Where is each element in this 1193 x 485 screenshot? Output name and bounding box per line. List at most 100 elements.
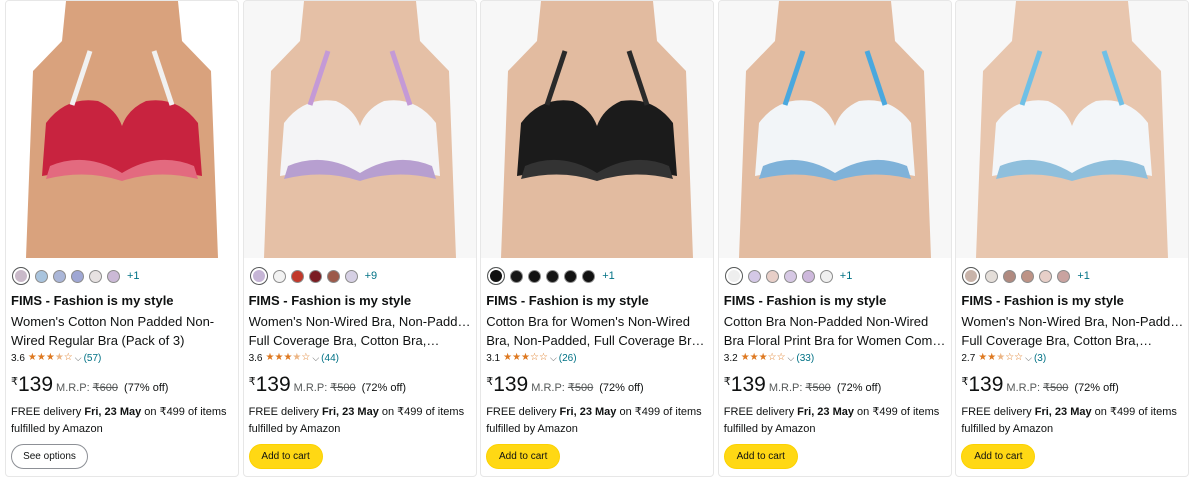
more-colors-link[interactable]: +9 [365, 270, 378, 282]
color-swatch[interactable] [53, 269, 66, 283]
color-swatch[interactable] [326, 269, 340, 283]
color-swatch[interactable] [962, 267, 981, 285]
color-swatch[interactable] [344, 269, 358, 283]
product-photo [6, 1, 238, 258]
product-title-line-2[interactable]: Wired Regular Bra (Pack of 3) [11, 331, 235, 350]
rating-value: 3.6 [11, 352, 25, 364]
product-card-frame: +9 FIMS - Fashion is my style Women's No… [242, 0, 477, 477]
delivery-fulfilled: fulfilled by Amazon [486, 423, 578, 435]
product-title[interactable]: Cotton Bra for Women's Non-Wired Bra, No… [486, 312, 710, 350]
color-swatch[interactable] [12, 267, 30, 285]
chevron-down-icon[interactable]: ⌵ [75, 353, 82, 364]
review-count-link[interactable]: (57) [84, 353, 102, 364]
color-swatch[interactable] [819, 269, 833, 283]
color-swatch[interactable] [249, 267, 268, 285]
add-to-cart-button[interactable]: Add to cart [723, 444, 798, 469]
chevron-down-icon[interactable]: ⌵ [550, 353, 557, 364]
product-title-line-2[interactable]: Full Coverage Bra, Cotton Bra,… [249, 331, 473, 350]
color-swatch[interactable] [765, 269, 779, 283]
product-card-1: +1 FIMS - Fashion is my style Women's Co… [5, 0, 243, 480]
product-title-line-2[interactable]: Full Coverage Bra, Cotton Bra,… [961, 331, 1185, 350]
product-image[interactable] [6, 1, 238, 258]
color-swatch[interactable] [1039, 269, 1053, 283]
star-rating[interactable]: ★ ★ ★ ☆ ☆ [978, 353, 1023, 363]
color-swatch[interactable] [107, 269, 120, 283]
more-colors-link[interactable]: +1 [127, 270, 140, 282]
star-rating[interactable]: ★ ★ ★ ☆ ☆ [741, 353, 786, 363]
color-swatch[interactable] [985, 269, 999, 283]
brand-name[interactable]: FIMS - Fashion is my style [11, 293, 174, 308]
color-swatch[interactable] [564, 269, 578, 283]
chevron-down-icon[interactable]: ⌵ [1025, 353, 1032, 364]
brand-name[interactable]: FIMS - Fashion is my style [724, 293, 887, 308]
product-title-line-1[interactable]: Women's Non-Wired Bra, Non-Padded, [249, 312, 473, 331]
color-swatch[interactable] [487, 267, 506, 285]
color-swatch[interactable] [71, 269, 84, 283]
chevron-down-icon[interactable]: ⌵ [788, 353, 795, 364]
mrp-label: M.R.P: [531, 382, 565, 394]
more-colors-link[interactable]: +1 [840, 270, 853, 282]
star-icon: ☆ [538, 352, 548, 363]
color-swatch[interactable] [290, 269, 304, 283]
color-swatch[interactable] [1057, 269, 1071, 283]
add-to-cart-button[interactable]: Add to cart [486, 444, 561, 469]
star-rating[interactable]: ★ ★ ★ ★ ☆ [266, 353, 311, 363]
review-count-link[interactable]: (33) [796, 353, 814, 364]
product-title-line-2[interactable]: Bra Floral Print Bra for Women Com… [724, 331, 948, 350]
color-swatch[interactable] [308, 269, 322, 283]
product-image[interactable] [956, 1, 1189, 258]
color-swatch[interactable] [747, 269, 761, 283]
color-swatch[interactable] [89, 269, 102, 283]
product-card-frame: +1 FIMS - Fashion is my style Women's No… [955, 0, 1190, 477]
product-title-line-1[interactable]: Women's Non-Wired Bra, Non-Padded, [961, 312, 1185, 331]
color-swatch[interactable] [272, 269, 286, 283]
brand-name[interactable]: FIMS - Fashion is my style [486, 293, 649, 308]
price-value: 139 [255, 373, 291, 396]
delivery-prefix: FREE delivery [248, 406, 322, 418]
product-image[interactable] [481, 1, 714, 258]
product-card-frame: +1 FIMS - Fashion is my style Women's Co… [5, 0, 239, 477]
review-count-link[interactable]: (3) [1034, 353, 1046, 364]
color-swatch[interactable] [1003, 269, 1017, 283]
more-colors-link[interactable]: +1 [602, 270, 615, 282]
color-swatch[interactable] [582, 269, 596, 283]
product-title-line-1[interactable]: Cotton Bra Non-Padded Non-Wired [724, 312, 948, 331]
product-title-line-2[interactable]: Bra, Non-Padded, Full Coverage Bra,… [486, 331, 710, 350]
product-title[interactable]: Cotton Bra Non-Padded Non-Wired Bra Flor… [724, 312, 948, 350]
chevron-down-icon[interactable]: ⌵ [312, 353, 319, 364]
product-title[interactable]: Women's Cotton Non Padded Non- Wired Reg… [11, 312, 235, 350]
more-colors-link[interactable]: +1 [1077, 270, 1090, 282]
color-swatches: +9 [249, 267, 378, 285]
color-swatch[interactable] [35, 269, 48, 283]
delivery-fulfilled: fulfilled by Amazon [11, 423, 103, 435]
color-swatch[interactable] [783, 269, 797, 283]
brand-name[interactable]: FIMS - Fashion is my style [249, 293, 412, 308]
product-title[interactable]: Women's Non-Wired Bra, Non-Padded, Full … [961, 312, 1185, 350]
add-to-cart-button[interactable]: Add to cart [961, 444, 1036, 469]
color-swatch[interactable] [528, 269, 542, 283]
delivery-prefix: FREE delivery [11, 406, 85, 418]
product-title-line-1[interactable]: Women's Cotton Non Padded Non- [11, 312, 235, 331]
brand-name[interactable]: FIMS - Fashion is my style [961, 293, 1124, 308]
delivery-suffix: on ₹499 of items [854, 406, 940, 418]
color-swatch[interactable] [546, 269, 560, 283]
color-swatch[interactable] [510, 269, 524, 283]
product-title-line-1[interactable]: Cotton Bra for Women's Non-Wired [486, 312, 710, 331]
star-rating[interactable]: ★ ★ ★ ☆ ☆ [503, 353, 548, 363]
color-swatch[interactable] [1021, 269, 1035, 283]
review-count-link[interactable]: (44) [321, 353, 339, 364]
product-title[interactable]: Women's Non-Wired Bra, Non-Padded, Full … [249, 312, 473, 350]
add-to-cart-button[interactable]: Add to cart [248, 444, 323, 469]
price-row: ₹ 139 M.R.P: ₹500 (72% off) [486, 373, 643, 397]
product-image[interactable] [243, 1, 476, 258]
delivery-suffix: on ₹499 of items [616, 406, 702, 418]
review-count-link[interactable]: (26) [559, 353, 577, 364]
product-image[interactable] [718, 1, 951, 258]
color-swatch[interactable] [724, 267, 743, 285]
star-rating[interactable]: ★ ★ ★ ★ ☆ [28, 353, 73, 363]
product-grid: +1 FIMS - Fashion is my style Women's Co… [0, 0, 1193, 480]
color-swatch[interactable] [801, 269, 815, 283]
mrp-label: M.R.P: [56, 382, 90, 394]
see-options-button[interactable]: See options [11, 444, 88, 469]
delivery-fulfilled: fulfilled by Amazon [248, 423, 341, 435]
